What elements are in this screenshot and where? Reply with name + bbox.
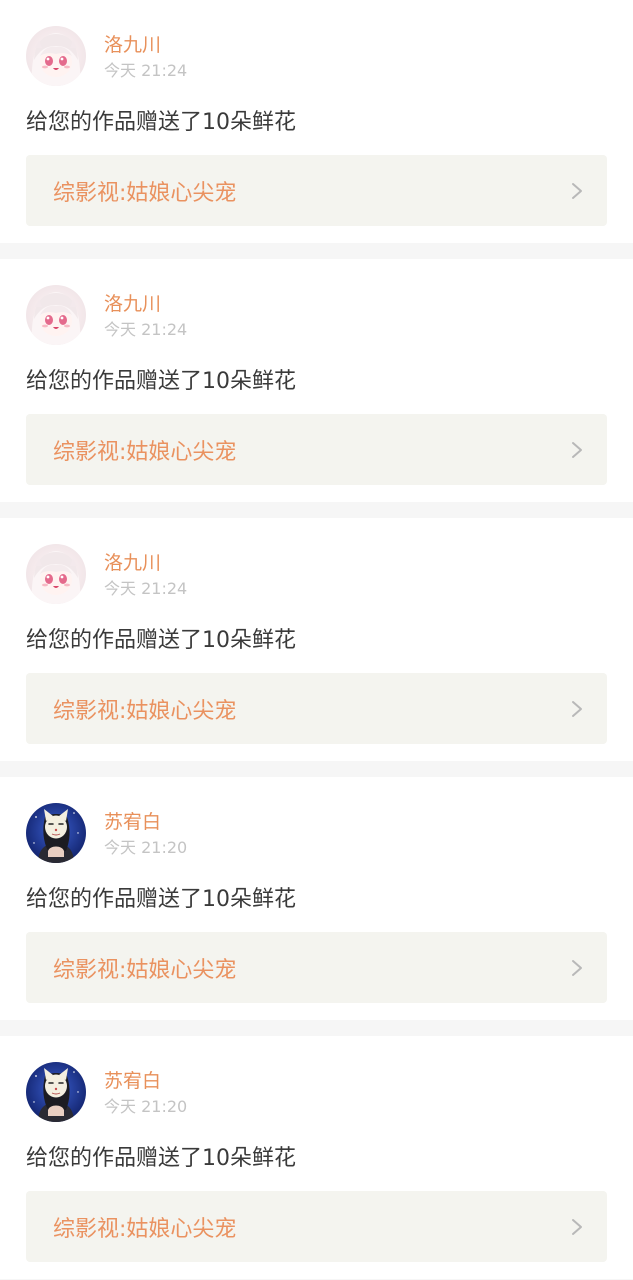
work-title: 综影视:姑娘心尖宠 [53,180,237,206]
timestamp: 今天 21:24 [104,320,188,339]
user-name[interactable]: 洛九川 [104,32,187,58]
user-name[interactable]: 苏宥白 [104,809,187,835]
cat-mask-night-avatar[interactable] [26,803,86,863]
chevron-right-icon [572,182,582,199]
anime-girl-white-hair-avatar[interactable] [26,544,86,604]
user-meta: 洛九川 今天 21:24 [104,285,187,341]
work-link-button[interactable]: 综影视:姑娘心尖宠 [26,932,607,1003]
gift-message: 给您的作品赠送了10朵鲜花 [26,628,296,653]
notification-feed: 洛九川 今天 21:24 给您的作品赠送了10朵鲜花 综影视:姑娘心尖宠 洛九川… [0,0,633,1279]
user-meta: 洛九川 今天 21:24 [104,26,187,82]
timestamp: 今天 21:24 [104,579,188,598]
chevron-right-icon [572,441,582,458]
work-link-button[interactable]: 综影视:姑娘心尖宠 [26,673,607,744]
chevron-right-icon [572,959,582,976]
user-name[interactable]: 洛九川 [104,550,187,576]
card-header: 洛九川 今天 21:24 [26,285,607,347]
user-name[interactable]: 洛九川 [104,291,187,317]
user-meta: 洛九川 今天 21:24 [104,544,187,600]
work-title: 综影视:姑娘心尖宠 [53,957,237,983]
timestamp: 今天 21:24 [104,61,188,80]
work-title: 综影视:姑娘心尖宠 [53,1216,237,1242]
gift-message: 给您的作品赠送了10朵鲜花 [26,1146,296,1171]
notification-card: 苏宥白 今天 21:20 给您的作品赠送了10朵鲜花 综影视:姑娘心尖宠 [0,777,633,1020]
notification-card: 苏宥白 今天 21:20 给您的作品赠送了10朵鲜花 综影视:姑娘心尖宠 [0,1036,633,1279]
anime-girl-white-hair-avatar[interactable] [26,285,86,345]
work-link-button[interactable]: 综影视:姑娘心尖宠 [26,1191,607,1262]
work-title: 综影视:姑娘心尖宠 [53,439,237,465]
notification-card: 洛九川 今天 21:24 给您的作品赠送了10朵鲜花 综影视:姑娘心尖宠 [0,259,633,502]
card-header: 洛九川 今天 21:24 [26,26,607,88]
timestamp: 今天 21:20 [104,838,188,857]
work-link-button[interactable]: 综影视:姑娘心尖宠 [26,155,607,226]
user-meta: 苏宥白 今天 21:20 [104,803,187,859]
gift-message: 给您的作品赠送了10朵鲜花 [26,369,296,394]
user-meta: 苏宥白 今天 21:20 [104,1062,187,1118]
work-title: 综影视:姑娘心尖宠 [53,698,237,724]
gift-message: 给您的作品赠送了10朵鲜花 [26,110,296,135]
card-header: 苏宥白 今天 21:20 [26,1062,607,1124]
chevron-right-icon [572,1218,582,1235]
timestamp: 今天 21:20 [104,1097,188,1116]
chevron-right-icon [572,700,582,717]
card-header: 洛九川 今天 21:24 [26,544,607,606]
notification-card: 洛九川 今天 21:24 给您的作品赠送了10朵鲜花 综影视:姑娘心尖宠 [0,518,633,761]
work-link-button[interactable]: 综影视:姑娘心尖宠 [26,414,607,485]
user-name[interactable]: 苏宥白 [104,1068,187,1094]
notification-card: 洛九川 今天 21:24 给您的作品赠送了10朵鲜花 综影视:姑娘心尖宠 [0,0,633,243]
gift-message: 给您的作品赠送了10朵鲜花 [26,887,296,912]
card-header: 苏宥白 今天 21:20 [26,803,607,865]
anime-girl-white-hair-avatar[interactable] [26,26,86,86]
cat-mask-night-avatar[interactable] [26,1062,86,1122]
